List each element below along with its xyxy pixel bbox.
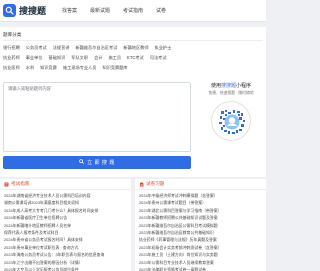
exam-guide-header: 考试指南 — [0, 179, 131, 190]
nav-papers[interactable]: 试卷 — [156, 7, 166, 14]
nav-exam-guide[interactable]: 考试指南 — [123, 7, 143, 14]
list-item[interactable]: 执业药师《药事管理与法规》历年真题及答案 — [139, 236, 262, 243]
paper-exercises-header: 试卷习题 — [135, 179, 266, 190]
category-tag[interactable]: 司法考试 — [150, 55, 167, 61]
list-item[interactable]: 2024年贵州省公务员考试报名时间？具体安排 — [4, 236, 127, 243]
list-item[interactable]: 2024年新疆喀什地区教师招聘人员名单 — [4, 222, 127, 229]
logo-search-icon — [3, 4, 16, 17]
list-item[interactable]: 2024年新疆省医疗卫生单位招聘公告 — [4, 214, 127, 221]
list-item[interactable]: 2024年贵州公需课考试题目（带答案） — [139, 199, 262, 206]
category-divider — [3, 40, 263, 41]
paper-exercises-title: 试卷习题 — [146, 181, 165, 186]
list-item[interactable]: 2024年成人高考大专考几门考什么？具体报名时间安排 — [4, 207, 127, 214]
category-tag[interactable]: 执业药师 — [3, 55, 20, 61]
list-item[interactable]: 2023年新疆维吾尔自治区公需科目考试模拟题 — [139, 222, 262, 229]
category-tag[interactable]: 基础知识 — [49, 55, 66, 61]
list-item[interactable]: 2023年初级会计实务考前冲刺测试卷（含答案） — [139, 244, 262, 251]
mini-program-qr-code[interactable] — [211, 101, 251, 141]
category-tag[interactable]: 知识竞赛 — [40, 65, 57, 71]
exam-guide-panel: 考试指南 2024年湖南省经济专业技术人员公需科目培训内容 湖南公需课培训2023… — [0, 179, 131, 271]
search-button[interactable]: 立 即 搜 题 — [3, 156, 191, 169]
search-card: 题库分类 银行招聘 公务员考试 法规宣讲 新疆维吾尔自治区考试 新疆地区教师 执业护士执业… — [0, 27, 266, 177]
list-item[interactable]: 2023年新疆维吾尔自治区教育公共基础知识 — [139, 229, 262, 236]
logo-text: 搜搜题 — [19, 7, 47, 17]
category-tag[interactable]: 公务员考试 — [26, 45, 47, 51]
category-tag[interactable]: 知识竞赛题库 — [102, 65, 127, 71]
exam-guide-title: 考试指南 — [11, 181, 30, 186]
mini-title-prefix: 使用 — [210, 83, 221, 89]
category-tag[interactable]: 法规宣讲 — [53, 45, 70, 51]
main-nav: 找答案 最新试题 考试指南 试卷 — [62, 7, 179, 14]
mini-program-subtitle: 快捷、快速搜题 · 随时随地 — [208, 91, 254, 95]
category-tag[interactable]: 银行招聘 — [3, 45, 20, 51]
category-tag[interactable]: 执业医师 — [3, 65, 20, 71]
category-tag[interactable]: 新疆地区教师 — [123, 45, 148, 51]
mini-program-card: 使用搜搜题小程序 快捷、快速搜题 · 随时随地 — [200, 82, 262, 141]
paper-icon — [139, 182, 144, 187]
list-item[interactable]: 2023年大专及以上学历报考公务员岗位条件 — [4, 266, 127, 271]
exam-guide-list: 2024年湖南省经济专业技术人员公需科目培训内容 湖南公需课培训2023年满意度科… — [0, 190, 131, 271]
category-tag[interactable]: 施工员 — [108, 55, 121, 61]
category-tag[interactable]: 军队文职 — [71, 55, 88, 61]
category-tag[interactable]: 事业单位 — [26, 55, 43, 61]
list-item[interactable]: 2024年湖南省经济专业技术人员公需科目培训内容 — [4, 192, 127, 199]
category-tag[interactable]: 施工现场专业人员 — [63, 65, 97, 71]
question-input[interactable] — [4, 83, 190, 151]
question-input-box — [3, 82, 191, 152]
list-item[interactable]: 2023年公需科目专业技术人员继续教育答案 — [139, 259, 262, 266]
category-tag[interactable]: 会计 — [94, 55, 102, 61]
category-tags: 银行招聘 公务员考试 法规宣讲 新疆维吾尔自治区考试 新疆地区教师 执业护士执业药师 事业单… — [3, 45, 193, 75]
list-item[interactable]: 2024年贵州事业单位考试职位表 · 查询方式 — [4, 244, 127, 251]
category-tag[interactable]: 水利 — [26, 65, 34, 71]
nav-find-answer[interactable]: 找答案 — [62, 7, 77, 14]
category-tag[interactable]: 执业护士 — [155, 45, 172, 51]
list-item[interactable]: 2023年海南公务员考试公告：3年职位表与报名的信息查询 — [4, 251, 127, 258]
category-tag[interactable]: ETC考试 — [127, 55, 144, 61]
site-logo[interactable]: 搜搜题 — [3, 4, 46, 17]
mini-program-title: 使用搜搜题小程序 — [200, 82, 262, 89]
list-item[interactable]: 2024年中级经济师考试冲刺模拟题（含答案） — [139, 192, 262, 199]
search-button-label: 立 即 搜 题 — [87, 160, 115, 166]
nav-latest-questions[interactable]: 最新试题 — [90, 7, 110, 14]
category-title: 题库分类 — [3, 32, 22, 37]
list-item[interactable]: 保荐代表人报考条件及考试科目 — [4, 229, 127, 236]
list-item[interactable]: 2023年法律职业资格考试卷一真题试卷 — [139, 266, 262, 271]
search-icon — [79, 159, 85, 166]
top-header: 搜搜题 找答案 最新试题 考试指南 试卷 — [0, 0, 266, 22]
mini-title-highlight: 搜搜题 — [220, 83, 236, 89]
paper-exercises-panel: 试卷习题 2024年中级经济师考试冲刺模拟题（含答案） 2024年贵州公需课考试题… — [135, 179, 266, 271]
list-item[interactable]: 2023年新疆教师招聘公共基础知识试题及答案 — [139, 214, 262, 221]
list-item[interactable]: 2023年湖北公需科目答案与学习指南（带答案） — [139, 207, 262, 214]
list-item[interactable]: 2023年江宁出缴不出答案的原因分析（详情） — [4, 259, 127, 266]
list-item[interactable]: 湖南公需课培训2023年满意度科目相关须知 — [4, 199, 127, 206]
mini-title-suffix: 小程序 — [236, 83, 252, 89]
category-tag[interactable]: 新疆维吾尔自治区考试 — [75, 45, 117, 51]
list-item[interactable]: 2023年施工员（土建方向）岗位知识与实务题 — [139, 251, 262, 258]
paper-exercises-list: 2024年中级经济师考试冲刺模拟题（含答案） 2024年贵州公需课考试题目（带答案… — [135, 190, 266, 271]
guide-icon — [4, 182, 9, 187]
